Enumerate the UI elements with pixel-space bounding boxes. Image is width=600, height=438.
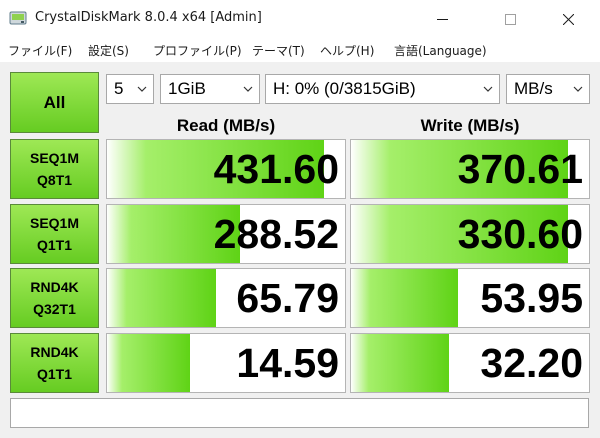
menu-settings[interactable]: 設定(S)	[88, 42, 129, 59]
test-button-seq1m-q8t1[interactable]: SEQ1M Q8T1	[10, 139, 99, 199]
test-size-value: 1GiB	[168, 79, 206, 98]
read-result-cell: 431.60	[106, 139, 346, 199]
drive-select[interactable]: H: 0% (0/3815GiB)	[265, 74, 500, 104]
drive-value: H: 0% (0/3815GiB)	[273, 79, 416, 98]
read-header: Read (MB/s)	[176, 116, 276, 135]
read-value: 431.60	[213, 146, 339, 192]
menu-language[interactable]: 言語(Language)	[394, 42, 487, 59]
comment-field[interactable]	[10, 398, 589, 428]
test-name: RND4K	[30, 279, 79, 295]
test-params: Q1T1	[36, 237, 72, 253]
read-value: 288.52	[213, 211, 339, 257]
close-button[interactable]	[546, 0, 590, 38]
read-value: 14.59	[236, 340, 339, 386]
read-bar	[107, 269, 217, 327]
test-name: RND4K	[30, 344, 79, 360]
chevron-down-icon	[483, 86, 493, 92]
all-button[interactable]: All	[10, 72, 99, 133]
unit-value: MB/s	[514, 79, 553, 98]
chevron-down-icon	[243, 86, 253, 92]
test-button-seq1m-q1t1[interactable]: SEQ1M Q1T1	[10, 204, 99, 264]
test-button-rnd4k-q1t1[interactable]: RND4K Q1T1	[10, 333, 99, 393]
window-title: CrystalDiskMark 8.0.4 x64 [Admin]	[35, 10, 262, 25]
menu-profile[interactable]: プロファイル(P)	[153, 42, 242, 59]
write-bar	[351, 334, 449, 392]
test-count-value: 5	[114, 79, 124, 98]
menu-help[interactable]: ヘルプ(H)	[320, 42, 374, 59]
test-params: Q8T1	[36, 172, 72, 188]
write-value: 330.60	[457, 211, 583, 257]
title-bar: CrystalDiskMark 8.0.4 x64 [Admin]	[0, 0, 600, 38]
chevron-down-icon	[137, 86, 147, 92]
menu-bar: ファイル(F) 設定(S) プロファイル(P) テーマ(T) ヘルプ(H) 言語…	[0, 38, 600, 62]
menu-file[interactable]: ファイル(F)	[8, 42, 72, 59]
write-result-cell: 330.60	[350, 204, 590, 264]
test-params: Q32T1	[33, 301, 76, 317]
read-bar	[107, 334, 191, 392]
test-count-select[interactable]: 5	[106, 74, 154, 104]
write-value: 53.95	[480, 275, 583, 321]
test-name: SEQ1M	[29, 215, 79, 231]
chevron-down-icon	[573, 86, 583, 92]
test-params: Q1T1	[36, 366, 72, 382]
read-result-cell: 65.79	[106, 268, 346, 328]
write-result-cell: 370.61	[350, 139, 590, 199]
menu-theme[interactable]: テーマ(T)	[252, 42, 305, 59]
write-header: Write (MB/s)	[420, 116, 520, 135]
read-result-cell: 14.59	[106, 333, 346, 393]
write-bar	[351, 269, 459, 327]
read-value: 65.79	[236, 275, 339, 321]
test-name: SEQ1M	[29, 150, 79, 166]
maximize-button[interactable]	[488, 0, 532, 38]
main-panel: All 5 1GiB H: 0% (0/3815GiB) MB/s Read (…	[0, 62, 600, 438]
write-value: 370.61	[457, 146, 583, 192]
test-size-select[interactable]: 1GiB	[160, 74, 260, 104]
write-result-cell: 53.95	[350, 268, 590, 328]
write-value: 32.20	[480, 340, 583, 386]
write-result-cell: 32.20	[350, 333, 590, 393]
unit-select[interactable]: MB/s	[506, 74, 590, 104]
read-result-cell: 288.52	[106, 204, 346, 264]
app-icon	[9, 10, 27, 26]
minimize-button[interactable]	[420, 0, 464, 38]
test-button-rnd4k-q32t1[interactable]: RND4K Q32T1	[10, 268, 99, 328]
